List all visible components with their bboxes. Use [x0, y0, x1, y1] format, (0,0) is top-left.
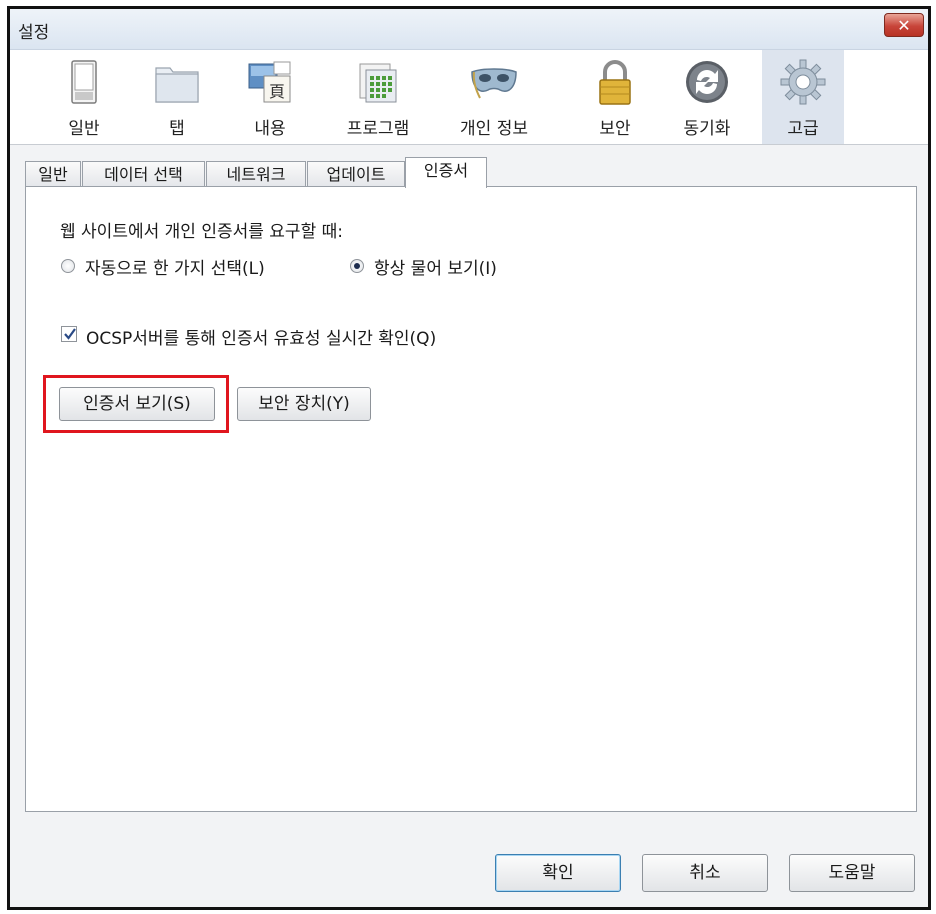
tabs-icon	[155, 67, 199, 103]
sync-icon	[686, 61, 728, 103]
toolbar-item-content[interactable]: 頁 내용	[229, 50, 311, 144]
ok-button[interactable]: 확인	[495, 854, 621, 892]
certificates-panel: 웹 사이트에서 개인 인증서를 요구할 때: 자동으로 한 가지 선택(L) 항…	[25, 186, 917, 812]
toolbar-item-advanced[interactable]: 고급	[762, 50, 844, 144]
radio-auto-select-label[interactable]: 자동으로 한 가지 선택(L)	[85, 254, 265, 279]
mask-icon	[471, 68, 517, 99]
title-bar: 설정 ✕	[10, 9, 928, 50]
ocsp-checkbox-label[interactable]: OCSP서버를 통해 인증서 유효성 실시간 확인(Q)	[86, 324, 436, 349]
certificate-request-label: 웹 사이트에서 개인 인증서를 요구할 때:	[60, 222, 343, 242]
ocsp-checkbox[interactable]	[61, 326, 77, 342]
radio-always-ask[interactable]	[350, 259, 364, 273]
radio-always-ask-label[interactable]: 항상 물어 보기(I)	[374, 254, 497, 279]
radio-auto-select[interactable]	[61, 259, 75, 273]
toolbar-label: 탭	[169, 119, 185, 139]
close-icon: ✕	[897, 16, 911, 35]
toolbar-label: 고급	[787, 119, 819, 139]
tab-update[interactable]: 업데이트	[307, 161, 405, 187]
programs-icon	[359, 63, 397, 103]
window-title: 설정	[18, 23, 50, 43]
security-devices-button[interactable]: 보안 장치(Y)	[237, 387, 371, 421]
switch-icon	[71, 60, 97, 104]
gear-icon	[780, 59, 826, 105]
help-button[interactable]: 도움말	[789, 854, 915, 892]
toolbar-label: 동기화	[683, 119, 731, 139]
tab-certificates[interactable]: 인증서	[405, 157, 487, 188]
toolbar-label: 보안	[599, 119, 631, 139]
category-toolbar: 일반 탭 頁 내용 프로그램 개인 정보 보안 동기화 고급	[10, 50, 928, 145]
tab-general[interactable]: 일반	[25, 161, 81, 187]
padlock-icon	[599, 60, 631, 105]
cancel-button[interactable]: 취소	[642, 854, 768, 892]
toolbar-item-programs[interactable]: 프로그램	[328, 50, 428, 144]
tab-data-choices[interactable]: 데이터 선택	[82, 161, 205, 187]
toolbar-label: 프로그램	[346, 119, 410, 139]
toolbar-item-privacy[interactable]: 개인 정보	[441, 50, 547, 144]
toolbar-item-sync[interactable]: 동기화	[666, 50, 748, 144]
toolbar-item-general[interactable]: 일반	[43, 50, 125, 144]
radio-selected-dot	[354, 263, 360, 269]
tab-network[interactable]: 네트워크	[206, 161, 306, 187]
content-icon: 頁	[248, 61, 291, 103]
close-button[interactable]: ✕	[884, 13, 924, 37]
toolbar-label: 일반	[68, 119, 100, 139]
toolbar-item-security[interactable]: 보안	[574, 50, 656, 144]
checkmark-icon	[64, 328, 76, 340]
toolbar-item-tabs[interactable]: 탭	[136, 50, 218, 144]
settings-dialog: 설정 ✕ 일반 탭 頁 내용 프로그램 개인 정보 보안 동기화 고급 일반 데…	[7, 6, 931, 910]
svg-text:頁: 頁	[269, 82, 285, 101]
view-certificates-button[interactable]: 인증서 보기(S)	[59, 387, 215, 421]
toolbar-label: 개인 정보	[460, 119, 528, 139]
toolbar-label: 내용	[254, 119, 286, 139]
